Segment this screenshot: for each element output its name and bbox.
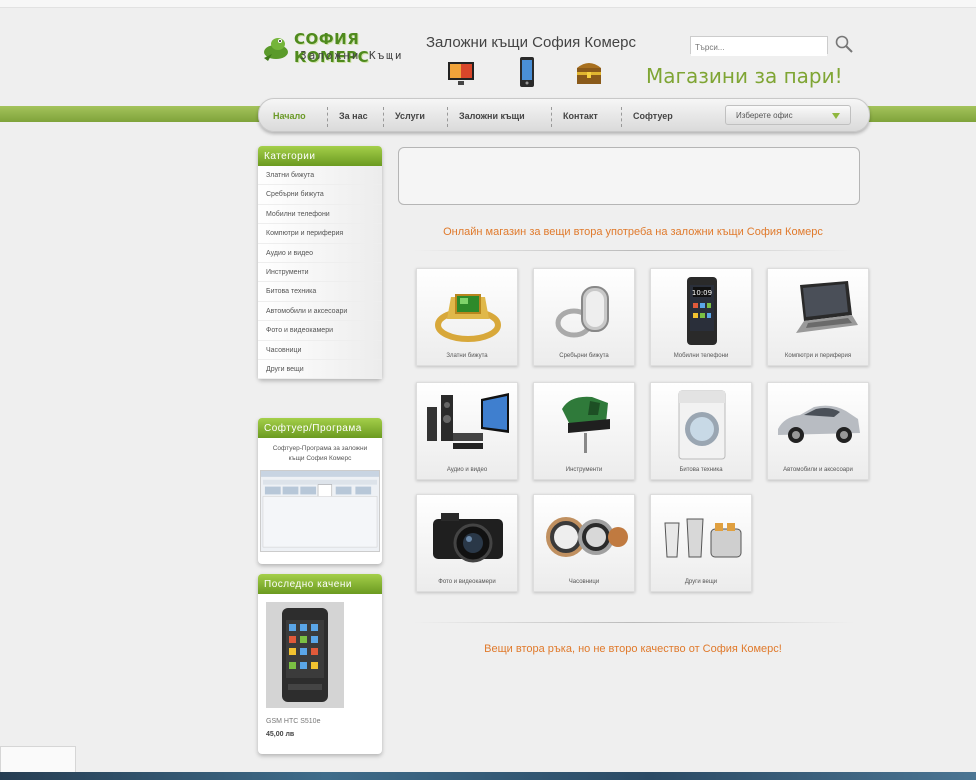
nav-separator <box>447 107 448 127</box>
category-tile-cars[interactable]: Автомобили и аксесоари <box>767 382 869 480</box>
home-theater-icon <box>427 393 509 449</box>
car-icon <box>778 405 860 443</box>
banner-area <box>398 147 860 205</box>
software-preview-image <box>261 471 379 548</box>
category-tile-computers[interactable]: Компютри и периферия <box>767 268 869 366</box>
svg-text:10:09: 10:09 <box>692 289 712 297</box>
nav-separator <box>551 107 552 127</box>
last-item-image[interactable] <box>266 602 344 708</box>
jigsaw-icon <box>562 396 610 453</box>
tile-label: Фото и видеокамери <box>438 579 496 585</box>
site-title: Заложни къщи София Комерс <box>426 34 636 51</box>
nav-separator <box>327 107 328 127</box>
category-item[interactable]: Сребърни бижута <box>258 185 382 205</box>
category-tile-gold-jewelry[interactable]: Златни бижута <box>416 268 518 366</box>
office-select-label: Изберете офис <box>736 111 793 120</box>
software-title: Софтуер/Програма <box>258 418 382 438</box>
categories-panel: Категории Златни бижута Сребърни бижута … <box>258 146 382 380</box>
phone-icon[interactable] <box>512 56 542 88</box>
category-tile-silver-jewelry[interactable]: Сребърни бижута <box>533 268 635 366</box>
category-tile-other[interactable]: Други вещи <box>650 494 752 592</box>
software-link[interactable]: Софтуер-Програма за заложни къщи София К… <box>258 438 382 464</box>
last-item-name[interactable]: GSM HTC S510e <box>258 708 382 725</box>
site-logo[interactable]: СОФИЯ КОМЕРС Заложни Къщи <box>262 28 412 68</box>
smartphone-icon <box>266 602 344 708</box>
category-item[interactable]: Компютри и периферия <box>258 224 382 244</box>
category-item[interactable]: Автомобили и аксесоари <box>258 301 382 322</box>
divider <box>414 250 854 251</box>
category-tile-cameras[interactable]: Фото и видеокамери <box>416 494 518 592</box>
tile-label: Инструменти <box>565 467 603 473</box>
bottom-strip <box>0 772 976 780</box>
kitchen-appliances-icon <box>664 518 742 558</box>
tile-label: Сребърни бижута <box>559 353 609 359</box>
last-uploaded-title: Последно качени <box>258 574 382 594</box>
software-screenshot[interactable] <box>260 470 380 552</box>
category-item[interactable]: Битова техника <box>258 282 382 302</box>
silver-ring-icon <box>555 286 609 338</box>
nav-software[interactable]: Софтуер <box>633 111 673 121</box>
category-item[interactable]: Други вещи <box>258 359 382 380</box>
tile-label: Златни бижута <box>446 353 488 359</box>
camera-icon <box>433 513 503 563</box>
header-slogan: Магазини за пари! <box>646 64 843 88</box>
tile-label: Аудио и видео <box>446 467 488 473</box>
nav-contact[interactable]: Контакт <box>563 111 598 121</box>
washing-machine-icon <box>678 390 726 460</box>
category-tile-audio-video[interactable]: Аудио и видео <box>416 382 518 480</box>
main-heading: Онлайн магазин за вещи втора употреба на… <box>443 226 823 238</box>
category-item[interactable]: Инструменти <box>258 262 382 283</box>
category-item[interactable]: Мобилни телефони <box>258 204 382 225</box>
nav-separator <box>621 107 622 127</box>
nav-services[interactable]: Услуги <box>395 111 425 121</box>
search-box <box>690 36 828 56</box>
office-select[interactable]: Изберете офис <box>725 105 851 125</box>
footer-slogan: Вещи втора ръка, но не второ качество от… <box>484 643 782 655</box>
tile-label: Битова техника <box>679 467 723 473</box>
software-panel: Софтуер/Програма Софтуер-Програма за зал… <box>258 418 382 564</box>
category-tile-watches[interactable]: Часовници <box>533 494 635 592</box>
category-item[interactable]: Златни бижута <box>258 166 382 186</box>
main-nav: Начало За нас Услуги Заложни къщи Контак… <box>258 98 870 132</box>
divider <box>414 622 854 623</box>
watch-icon <box>546 517 628 557</box>
treasure-chest-icon[interactable] <box>574 56 604 88</box>
category-tile-mobile-phones[interactable]: 10:09 Мобилни телефони <box>650 268 752 366</box>
frog-logo-icon <box>264 38 288 61</box>
smartphone-icon: 10:09 <box>687 277 717 345</box>
last-uploaded-panel: Последно качени GSM HTC S510e 45,00 лв <box>258 574 382 754</box>
categories-title: Категории <box>258 146 382 166</box>
brand-subtitle: Заложни Къщи <box>300 49 404 62</box>
laptop-icon <box>796 281 858 333</box>
category-item[interactable]: Фото и видеокамери <box>258 321 382 341</box>
category-tile-tools[interactable]: Инструменти <box>533 382 635 480</box>
tile-label: Други вещи <box>684 579 718 585</box>
gold-ring-icon <box>435 294 501 342</box>
nav-pawnshops[interactable]: Заложни къщи <box>459 111 525 121</box>
nav-about[interactable]: За нас <box>339 111 368 121</box>
tile-label: Автомобили и аксесоари <box>783 467 853 473</box>
tile-label: Часовници <box>568 579 600 585</box>
nav-separator <box>383 107 384 127</box>
search-icon[interactable] <box>834 34 854 54</box>
last-item-price: 45,00 лв <box>266 731 295 738</box>
tile-label: Компютри и периферия <box>784 353 852 359</box>
nav-home[interactable]: Начало <box>273 111 306 121</box>
category-item[interactable]: Часовници <box>258 340 382 360</box>
category-item[interactable]: Аудио и видео <box>258 243 382 263</box>
tv-icon[interactable] <box>446 56 476 88</box>
category-tile-home-appliances[interactable]: Битова техника <box>650 382 752 480</box>
page-container: СОФИЯ КОМЕРС Заложни Къщи Заложни къщи С… <box>256 0 876 780</box>
tile-label: Мобилни телефони <box>673 353 729 359</box>
search-input[interactable] <box>691 39 827 56</box>
chevron-down-icon <box>832 113 840 119</box>
header-icons <box>446 56 616 90</box>
